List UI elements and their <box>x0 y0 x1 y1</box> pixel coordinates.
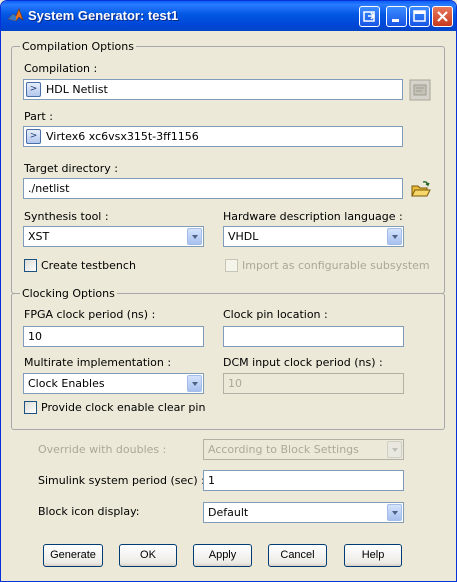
dialog-body: Compilation Options Compilation : > HDL … <box>5 31 452 579</box>
hdl-select[interactable]: VHDL <box>223 226 404 247</box>
compilation-options-legend: Compilation Options <box>20 40 136 53</box>
create-testbench-checkbox[interactable] <box>24 259 37 272</box>
ok-button[interactable]: OK <box>119 544 177 567</box>
compilation-label: Compilation : <box>24 62 98 75</box>
override-doubles-select: According to Block Settings <box>203 439 404 460</box>
maximize-button[interactable] <box>409 6 430 27</box>
synthesis-tool-label: Synthesis tool : <box>24 210 109 223</box>
clocking-options-legend: Clocking Options <box>20 287 117 300</box>
generate-button[interactable]: Generate <box>43 544 103 567</box>
title-bar[interactable]: System Generator: test1 <box>1 1 456 31</box>
dcm-period-value: 10 <box>228 377 242 390</box>
import-subsystem-checkbox[interactable] <box>225 259 238 272</box>
dock-button[interactable] <box>359 6 380 27</box>
synthesis-tool-value: XST <box>28 230 50 243</box>
clock-pin-location-input[interactable] <box>223 326 404 347</box>
override-doubles-label: Override with doubles : <box>38 443 167 456</box>
override-doubles-value: According to Block Settings <box>208 443 359 456</box>
hdl-label: Hardware description language : <box>223 210 403 223</box>
compilation-value: HDL Netlist <box>46 83 108 96</box>
synthesis-tool-select[interactable]: XST <box>23 226 204 247</box>
dcm-period-input: 10 <box>223 373 404 394</box>
target-directory-value: ./netlist <box>28 182 70 195</box>
part-label: Part : <box>24 110 53 123</box>
part-value: Virtex6 xc6vsx315t-3ff1156 <box>46 130 199 143</box>
simulink-period-value: 1 <box>208 474 215 487</box>
create-testbench-label[interactable]: Create testbench <box>41 259 136 272</box>
fpga-clock-period-label: FPGA clock period (ns) : <box>24 308 156 321</box>
window-title: System Generator: test1 <box>28 8 179 23</box>
import-subsystem-label: Import as configurable subsystem <box>242 259 430 272</box>
simulink-period-input[interactable]: 1 <box>203 470 404 491</box>
clock-pin-location-label: Clock pin location : <box>223 308 328 321</box>
chevron-down-icon[interactable] <box>187 228 202 245</box>
chevron-down-icon[interactable] <box>387 504 402 521</box>
clock-enable-clear-pin-label[interactable]: Provide clock enable clear pin <box>41 401 205 414</box>
minimize-button[interactable] <box>386 6 407 27</box>
block-icon-display-select[interactable]: Default <box>203 502 404 523</box>
settings-icon[interactable] <box>409 79 431 101</box>
system-generator-window: System Generator: test1 Compilation Opti… <box>0 0 457 582</box>
multirate-select[interactable]: Clock Enables <box>23 373 204 394</box>
matlab-logo-icon <box>7 8 24 22</box>
minimize-icon <box>392 19 399 22</box>
simulink-period-label: Simulink system period (sec) : <box>38 474 205 487</box>
block-icon-display-label: Block icon display: <box>38 505 140 518</box>
hdl-value: VHDL <box>228 230 259 243</box>
multirate-value: Clock Enables <box>28 377 105 390</box>
target-directory-label: Target directory : <box>24 162 118 175</box>
fpga-clock-period-input[interactable]: 10 <box>23 326 204 347</box>
multirate-label: Multirate implementation : <box>24 356 172 369</box>
chevron-down-icon[interactable] <box>387 228 402 245</box>
dcm-period-label: DCM input clock period (ns) : <box>223 356 383 369</box>
fpga-clock-period-value: 10 <box>28 330 42 343</box>
help-button[interactable]: Help <box>344 544 402 567</box>
part-arrow-button[interactable]: > <box>26 129 41 144</box>
chevron-down-icon[interactable] <box>187 375 202 392</box>
block-icon-display-value: Default <box>208 506 249 519</box>
maximize-icon <box>413 10 426 22</box>
cancel-button[interactable]: Cancel <box>268 544 327 567</box>
close-icon <box>437 11 448 22</box>
clock-enable-clear-pin-checkbox[interactable] <box>24 401 37 414</box>
compilation-field[interactable]: > HDL Netlist <box>23 79 403 100</box>
apply-button[interactable]: Apply <box>193 544 252 567</box>
dock-icon <box>363 11 376 22</box>
part-field[interactable]: > Virtex6 xc6vsx315t-3ff1156 <box>23 126 403 147</box>
compilation-arrow-button[interactable]: > <box>26 82 41 97</box>
target-directory-input[interactable]: ./netlist <box>23 178 403 199</box>
close-button[interactable] <box>432 6 453 27</box>
chevron-down-icon <box>387 441 402 458</box>
folder-open-icon[interactable] <box>410 179 432 201</box>
